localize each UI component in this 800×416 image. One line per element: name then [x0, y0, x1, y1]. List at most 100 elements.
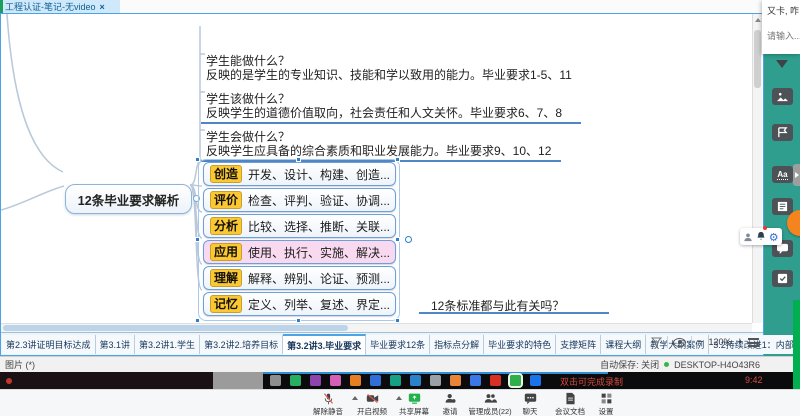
- invite-person-icon: [444, 392, 457, 405]
- button-label: 管理成员(22): [468, 406, 511, 416]
- taskbar-app-icon[interactable]: [450, 375, 461, 386]
- taskbar-app-icon[interactable]: [470, 375, 481, 386]
- right-edge-indicator: [793, 300, 800, 389]
- sheet-tab[interactable]: 第3.1讲: [96, 335, 136, 354]
- note-should-do[interactable]: 学生该做什么？ 反映学生的道德价值取向，社会责任和人文关怀。毕业要求6、7、8: [206, 92, 562, 120]
- sheet-tab[interactable]: 毕业要求12条: [366, 335, 430, 354]
- sheet-tab-active[interactable]: 第3.2讲3.毕业要求: [283, 334, 366, 355]
- selection-handle[interactable]: [296, 157, 301, 162]
- zoom-in-button[interactable]: +: [737, 336, 743, 348]
- zoom-out-button[interactable]: −: [697, 336, 703, 348]
- record-dot-icon: [6, 378, 12, 384]
- eye-icon[interactable]: [673, 338, 686, 347]
- note-question: 学生该做什么？: [206, 92, 562, 106]
- button-label: 解除静音: [313, 406, 343, 416]
- taskbar-app-icon[interactable]: [430, 375, 441, 386]
- notification-bell[interactable]: [756, 228, 766, 246]
- taskbar-app-icon[interactable]: [310, 375, 321, 386]
- chevron-down-icon[interactable]: [776, 60, 788, 68]
- mindmap-canvas[interactable]: 学生能做什么？ 反映的是学生的专业知识、技能和学以致用的能力。毕业要求1-5、1…: [1, 14, 752, 323]
- selection-handle[interactable]: [195, 157, 200, 162]
- branch-label-chip: 理解: [210, 269, 242, 287]
- rotation-handle[interactable]: [405, 236, 412, 243]
- menu-icon[interactable]: [748, 338, 759, 347]
- floating-question[interactable]: 12条标准都与此有关吗？: [431, 297, 564, 314]
- panel-expand-handle[interactable]: [793, 164, 800, 186]
- manage-members-button[interactable]: 管理成员(22): [468, 392, 512, 416]
- start-video-button[interactable]: 开启视频: [350, 392, 394, 416]
- zoom-level: 120%: [709, 337, 732, 347]
- taskbar-app-icon[interactable]: [270, 375, 281, 386]
- taskbar-app-icon[interactable]: [330, 375, 341, 386]
- invite-button[interactable]: 邀请: [428, 392, 472, 416]
- tab-accent: [0, 0, 3, 13]
- button-label: 聊天: [523, 406, 538, 416]
- taskbar-app-icon[interactable]: [290, 375, 301, 386]
- quick-tools-popup: [740, 228, 782, 245]
- chat-button[interactable]: 聊天: [508, 392, 552, 416]
- branch-create[interactable]: 创造 开发、设计、构建、创造...: [203, 162, 396, 186]
- comment-input[interactable]: [767, 31, 800, 41]
- record-hint-label: 双击可完成录制: [560, 375, 623, 388]
- selection-handle[interactable]: [395, 237, 400, 242]
- image-tool-button[interactable]: [772, 88, 793, 105]
- sheet-tab[interactable]: 课程大纲: [601, 335, 646, 354]
- close-icon[interactable]: ×: [100, 2, 105, 12]
- branch-remember[interactable]: 记忆 定义、列举、复述、界定...: [203, 292, 396, 316]
- horizontal-scroll-thumb[interactable]: [3, 325, 348, 331]
- taskbar-app-icon[interactable]: [370, 375, 381, 386]
- button-label: 共享屏幕: [399, 406, 429, 416]
- sheet-tab[interactable]: 第2.3讲证明目标达成: [2, 335, 96, 354]
- floating-badge[interactable]: [787, 210, 800, 236]
- sheet-tab[interactable]: 第3.2讲2.培养目标: [200, 335, 283, 354]
- taskbar-app-icon[interactable]: [530, 375, 541, 386]
- comment-text: 又卡, 咋: [767, 4, 800, 17]
- text-tool-button[interactable]: Aa: [772, 166, 793, 183]
- camera-off-icon: [366, 392, 379, 405]
- horizontal-scrollbar[interactable]: [1, 323, 752, 332]
- branch-apply[interactable]: 应用 使用、执行、实施、解决...: [203, 240, 396, 264]
- branch-analyze[interactable]: 分析 比较、选择、推断、关联...: [203, 214, 396, 238]
- filter-icon[interactable]: [651, 337, 662, 347]
- branch-text: 解释、辨别、论证、预测...: [248, 270, 390, 287]
- note-can-do[interactable]: 学生能做什么？ 反映的是学生的专业知识、技能和学以致用的能力。毕业要求1-5、1…: [206, 54, 572, 82]
- sheet-name-label: 图片 (*): [0, 358, 35, 371]
- comment-popup[interactable]: 又卡, 咋: [762, 0, 800, 54]
- sheet-tab[interactable]: 支撑矩阵: [556, 335, 601, 354]
- note-answer: 反映的是学生的专业知识、技能和学以致用的能力。毕业要求1-5、11: [206, 68, 572, 82]
- vertical-scrollbar[interactable]: [752, 14, 762, 323]
- taskbar-preview[interactable]: [0, 372, 213, 389]
- vertical-scroll-thumb[interactable]: [754, 30, 761, 88]
- underline-stroke[interactable]: [201, 122, 581, 124]
- button-label: 会议文档: [555, 406, 585, 416]
- document-icon: [564, 392, 577, 405]
- autosave-status: 自动保存: 关闭: [600, 358, 659, 371]
- selection-handle[interactable]: [195, 237, 200, 242]
- branch-evaluate[interactable]: 评价 检查、评判、验证、协调...: [203, 188, 396, 212]
- status-bar: 图片 (*) 自动保存: 关闭 DESKTOP-H4O43R6: [0, 356, 800, 372]
- gear-icon[interactable]: [769, 228, 779, 246]
- note-will-do[interactable]: 学生会做什么？ 反映学生应具备的综合素质和职业发展能力。毕业要求9、10、12: [206, 130, 551, 158]
- scroll-up-icon[interactable]: [755, 18, 761, 22]
- selection-handle[interactable]: [395, 157, 400, 162]
- notes-tool-button[interactable]: [772, 198, 793, 215]
- tasks-tool-button[interactable]: [772, 270, 793, 287]
- taskbar-app-icon[interactable]: [390, 375, 401, 386]
- branch-label-chip: 记忆: [210, 295, 242, 313]
- sheet-tab[interactable]: 第3.2讲1.学生: [135, 335, 200, 354]
- unmute-button[interactable]: 解除静音: [306, 392, 350, 416]
- person-icon[interactable]: [743, 232, 753, 242]
- document-tab[interactable]: 工程认证-笔记-无video ×: [0, 0, 120, 13]
- root-topic-node[interactable]: 12条毕业要求解析: [65, 184, 192, 214]
- note-doc-icon: [776, 201, 789, 212]
- sheet-tab[interactable]: 毕业要求的特色: [484, 335, 556, 354]
- taskbar-app-icon[interactable]: [410, 375, 421, 386]
- sheet-tab[interactable]: 指标点分解: [430, 335, 484, 354]
- flag-tool-button[interactable]: [772, 124, 793, 141]
- taskbar-app-icon[interactable]: [350, 375, 361, 386]
- taskbar-app-icon[interactable]: [490, 375, 501, 386]
- taskbar-app-icon[interactable]: [510, 375, 521, 386]
- settings-button[interactable]: 设置: [584, 392, 628, 416]
- branch-understand[interactable]: 理解 解释、辨别、论证、预测...: [203, 266, 396, 290]
- button-label: 邀请: [443, 406, 458, 416]
